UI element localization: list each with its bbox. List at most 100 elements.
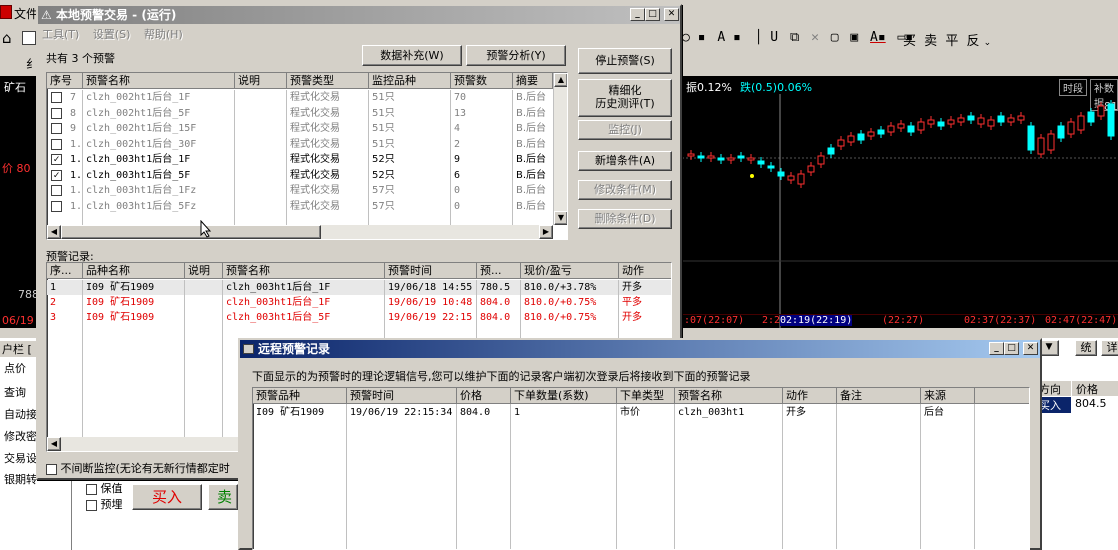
sell-shortcut[interactable]: 卖 bbox=[924, 34, 937, 49]
remote-row[interactable]: I09 矿石1909 19/06/19 22:15:34 804.0 1 市价 … bbox=[253, 405, 1029, 420]
delete-condition-button[interactable]: 删除条件(D) bbox=[578, 209, 672, 229]
scroll-down-arrow[interactable]: ▼ bbox=[554, 211, 567, 225]
col-count[interactable]: 预警数 bbox=[451, 73, 513, 89]
remote-col-qty[interactable]: 下单数量(系数) bbox=[511, 388, 617, 404]
nav-item-trade-settings[interactable]: 交易设 bbox=[4, 450, 37, 466]
hscroll-thumb[interactable] bbox=[61, 225, 321, 239]
scroll-left-arrow[interactable]: ◀ bbox=[47, 225, 61, 239]
record-row[interactable]: 1 I09 矿石1909 clzh_003ht1后台_1F 19/06/18 14:5… bbox=[47, 280, 671, 295]
remote-title-bar[interactable]: 远程预警记录 bbox=[240, 340, 1040, 358]
copy-icon[interactable]: ⧉ bbox=[790, 30, 799, 45]
file-menu[interactable]: 文件 bbox=[14, 5, 38, 22]
alert-row[interactable]: 8 clzh_002ht1后台_5F 程式化交易 51只 13 B.后台 bbox=[47, 106, 553, 121]
hedge-checkbox[interactable]: 保值 bbox=[86, 480, 123, 496]
delete-icon[interactable]: ✕ bbox=[811, 30, 819, 45]
alert-row[interactable]: 1. clzh_002ht1后台_30F 程式化交易 51只 2 B.后台 bbox=[47, 137, 553, 152]
close-shortcut[interactable]: 平 bbox=[945, 34, 958, 49]
alert-analysis-button[interactable]: 预警分析(Y) bbox=[466, 45, 566, 66]
sell-button[interactable]: 卖 bbox=[208, 484, 238, 510]
text-color-icon[interactable]: A▪ bbox=[870, 30, 886, 45]
edit-condition-button[interactable]: 修改条件(M) bbox=[578, 180, 672, 200]
home-icon[interactable]: ⌂ bbox=[2, 29, 12, 47]
font-color-icon[interactable]: A ▪ bbox=[717, 30, 740, 45]
record-row[interactable]: 2 I09 矿石1909 clzh_003ht1后台_1F 19/06/19 10:4… bbox=[47, 295, 671, 310]
col-type[interactable]: 预警类型 bbox=[287, 73, 369, 89]
circle-tool-icon[interactable]: ○ ▪ bbox=[682, 30, 705, 45]
more-chevron-icon[interactable]: ⌄ bbox=[984, 38, 992, 48]
reverse-shortcut[interactable]: 反 bbox=[966, 34, 979, 49]
remote-col-action[interactable]: 动作 bbox=[783, 388, 837, 404]
alert-enable-checkbox[interactable] bbox=[51, 200, 62, 212]
alert-enable-checkbox[interactable] bbox=[51, 138, 62, 150]
nav-item-bank[interactable]: 银期转 bbox=[4, 471, 37, 487]
alert-list-vscroll[interactable]: ▲ ▼ bbox=[553, 73, 567, 225]
remote-col-product[interactable]: 预警品种 bbox=[253, 388, 347, 404]
buy-button[interactable]: 买入 bbox=[132, 484, 202, 510]
record-row[interactable]: 3 I09 矿石1909 clzh_003ht1后台_5F 19/06/19 22:1… bbox=[47, 310, 671, 325]
rec-col-pnl[interactable]: 现价/盈亏 bbox=[521, 263, 619, 279]
scroll-up-arrow[interactable]: ▲ bbox=[554, 73, 567, 87]
rec-col-name[interactable]: 预警名称 bbox=[223, 263, 385, 279]
remote-col-name[interactable]: 预警名称 bbox=[675, 388, 783, 404]
col-desc[interactable]: 说明 bbox=[235, 73, 287, 89]
alert-enable-checkbox[interactable]: ✓ bbox=[51, 154, 62, 165]
local-title-bar[interactable]: ⚠ 本地预警交易 - (运行) bbox=[38, 6, 680, 24]
remote-col-ordertype[interactable]: 下单类型 bbox=[617, 388, 675, 404]
alert-enable-checkbox[interactable] bbox=[51, 123, 62, 134]
alert-enable-checkbox[interactable] bbox=[51, 92, 62, 103]
monitor-button[interactable]: 监控(J) bbox=[578, 120, 672, 140]
minimize-button[interactable]: _ bbox=[630, 8, 645, 21]
history-eval-button[interactable]: 精细化 历史测评(T) bbox=[578, 79, 672, 117]
record-scroll-left-arrow[interactable]: ◀ bbox=[47, 437, 61, 451]
data-supplement-button[interactable]: 数据补充(W) bbox=[362, 45, 462, 66]
preset-checkbox[interactable]: 预埋 bbox=[86, 496, 123, 512]
edit-icon[interactable] bbox=[22, 31, 36, 45]
rec-col-product[interactable]: 品种名称 bbox=[83, 263, 185, 279]
stats-button[interactable]: 统 bbox=[1075, 340, 1097, 356]
col-target[interactable]: 监控品种 bbox=[369, 73, 451, 89]
trash-icon[interactable]: ▢ bbox=[831, 30, 839, 45]
remote-maximize-button[interactable]: □ bbox=[1004, 342, 1019, 355]
alert-row[interactable]: ✓ 1. clzh_003ht1后台_1F 程式化交易 52只 9 B.后台 bbox=[47, 152, 553, 167]
add-condition-button[interactable]: 新增条件(A) bbox=[578, 151, 672, 171]
remote-col-source[interactable]: 来源 bbox=[921, 388, 975, 404]
remote-col-note[interactable]: 备注 bbox=[837, 388, 921, 404]
alert-row[interactable]: 7 clzh_002ht1后台_1F 程式化交易 51只 70 B.后台 bbox=[47, 90, 553, 105]
rec-col-time[interactable]: 预警时间 bbox=[385, 263, 477, 279]
scroll-right-arrow[interactable]: ▶ bbox=[539, 225, 553, 239]
nav-item-price[interactable]: 点价 bbox=[4, 360, 26, 376]
alert-list-hscroll[interactable]: ◀ ▶ bbox=[47, 225, 553, 239]
nav-item-auto[interactable]: 自动接 bbox=[4, 406, 37, 422]
close-button[interactable]: ✕ bbox=[664, 8, 679, 21]
remote-col-time[interactable]: 预警时间 bbox=[347, 388, 457, 404]
alert-enable-checkbox[interactable] bbox=[51, 185, 62, 196]
col-name[interactable]: 预警名称 bbox=[83, 73, 235, 89]
alert-row[interactable]: ✓ 1. clzh_003ht1后台_5F 程式化交易 52只 6 B.后台 bbox=[47, 168, 553, 183]
maximize-button[interactable]: □ bbox=[645, 8, 660, 21]
detail-button[interactable]: 详 bbox=[1101, 340, 1118, 356]
col-no[interactable]: 序号 bbox=[47, 73, 83, 89]
rec-col-no[interactable]: 序... bbox=[47, 263, 83, 279]
underline-icon[interactable]: │ U bbox=[755, 30, 778, 45]
buy-shortcut[interactable]: 买 bbox=[903, 34, 916, 49]
menu-help[interactable]: 帮助(H) bbox=[144, 28, 183, 41]
alert-row[interactable]: 1. clzh_003ht1后台_5Fz 程式化交易 57只 0 B.后台 bbox=[47, 199, 553, 214]
menu-tools[interactable]: 工具(T) bbox=[42, 28, 79, 41]
rec-col-price[interactable]: 预... bbox=[477, 263, 521, 279]
stop-alert-button[interactable]: 停止预警(S) bbox=[578, 48, 672, 74]
nav-item-password[interactable]: 修改密 bbox=[4, 428, 37, 444]
alert-row[interactable]: 1. clzh_003ht1后台_1Fz 程式化交易 57只 0 B.后台 bbox=[47, 183, 553, 198]
rec-col-action[interactable]: 动作 bbox=[619, 263, 671, 279]
rec-col-desc[interactable]: 说明 bbox=[185, 263, 223, 279]
alert-row[interactable]: 9 clzh_002ht1后台_15F 程式化交易 51只 4 B.后台 bbox=[47, 121, 553, 136]
dropdown-arrow[interactable]: ▼ bbox=[1039, 340, 1059, 356]
alert-enable-checkbox[interactable]: ✓ bbox=[51, 169, 62, 181]
lock-icon[interactable]: ▣ bbox=[850, 30, 858, 45]
menu-settings[interactable]: 设置(S) bbox=[93, 28, 131, 41]
alert-enable-checkbox[interactable] bbox=[51, 107, 62, 119]
col-summary[interactable]: 摘要 bbox=[513, 73, 553, 89]
nav-item-query[interactable]: 查询 bbox=[4, 384, 26, 400]
remote-minimize-button[interactable]: _ bbox=[989, 342, 1004, 355]
remote-close-button[interactable]: ✕ bbox=[1023, 342, 1038, 355]
continuous-monitor-checkbox[interactable]: 不间断监控(无论有无新行情都定时 bbox=[46, 460, 230, 476]
